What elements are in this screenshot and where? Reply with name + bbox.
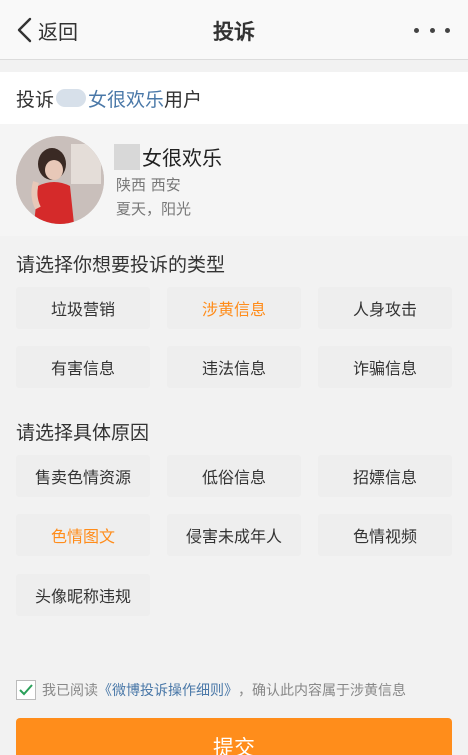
blurred-username-part bbox=[56, 89, 87, 107]
type-option-selected[interactable]: 涉黄信息 bbox=[167, 287, 301, 329]
target-username-link[interactable]: 女很欢乐 bbox=[88, 85, 164, 112]
agreement-checkbox[interactable] bbox=[16, 680, 36, 700]
profile-card: 女很欢乐 陕西 西安 夏天，阳光 bbox=[0, 124, 468, 236]
type-option[interactable]: 诈骗信息 bbox=[318, 346, 452, 388]
reason-option[interactable]: 色情视频 bbox=[318, 514, 452, 556]
complaint-target-line: 投诉 女很欢乐 用户 bbox=[0, 72, 468, 124]
reason-option[interactable]: 侵害未成年人 bbox=[167, 514, 301, 556]
reason-option[interactable]: 头像昵称违规 bbox=[16, 574, 150, 616]
reason-option-selected[interactable]: 色情图文 bbox=[16, 514, 150, 556]
reason-option[interactable]: 招嫖信息 bbox=[318, 455, 452, 497]
top-navigation-bar: 返回 投诉 bbox=[0, 0, 468, 60]
checkmark-icon bbox=[19, 684, 33, 696]
more-options-icon[interactable] bbox=[414, 18, 450, 42]
agreement-suffix: ，确认此内容属于涉黄信息 bbox=[238, 683, 406, 699]
type-option[interactable]: 垃圾营销 bbox=[16, 287, 150, 329]
agreement-row: 我已阅读 《微博投诉操作细则》 ，确认此内容属于涉黄信息 bbox=[16, 678, 406, 702]
rules-link[interactable]: 《微博投诉操作细则》 bbox=[98, 680, 238, 700]
target-suffix: 用户 bbox=[164, 88, 203, 111]
agreement-prefix: 我已阅读 bbox=[42, 683, 98, 699]
type-option[interactable]: 有害信息 bbox=[16, 346, 150, 388]
type-option[interactable]: 人身攻击 bbox=[318, 287, 452, 329]
profile-description: 夏天，阳光 bbox=[116, 200, 192, 218]
profile-location: 陕西 西安 bbox=[116, 176, 181, 194]
reason-option[interactable]: 低俗信息 bbox=[167, 455, 301, 497]
reason-option[interactable]: 售卖色情资源 bbox=[16, 455, 150, 497]
type-section-title: 请选择你想要投诉的类型 bbox=[16, 254, 226, 276]
reason-section-title: 请选择具体原因 bbox=[16, 422, 150, 444]
profile-name-text: 女很欢乐 bbox=[142, 146, 222, 170]
blurred-name-part bbox=[114, 143, 140, 170]
target-prefix: 投诉 bbox=[16, 88, 55, 111]
page-title: 投诉 bbox=[213, 20, 255, 44]
submit-button[interactable]: 提交 bbox=[16, 718, 452, 755]
type-option[interactable]: 违法信息 bbox=[167, 346, 301, 388]
avatar bbox=[16, 136, 104, 224]
profile-name: 女很欢乐 bbox=[114, 142, 222, 171]
